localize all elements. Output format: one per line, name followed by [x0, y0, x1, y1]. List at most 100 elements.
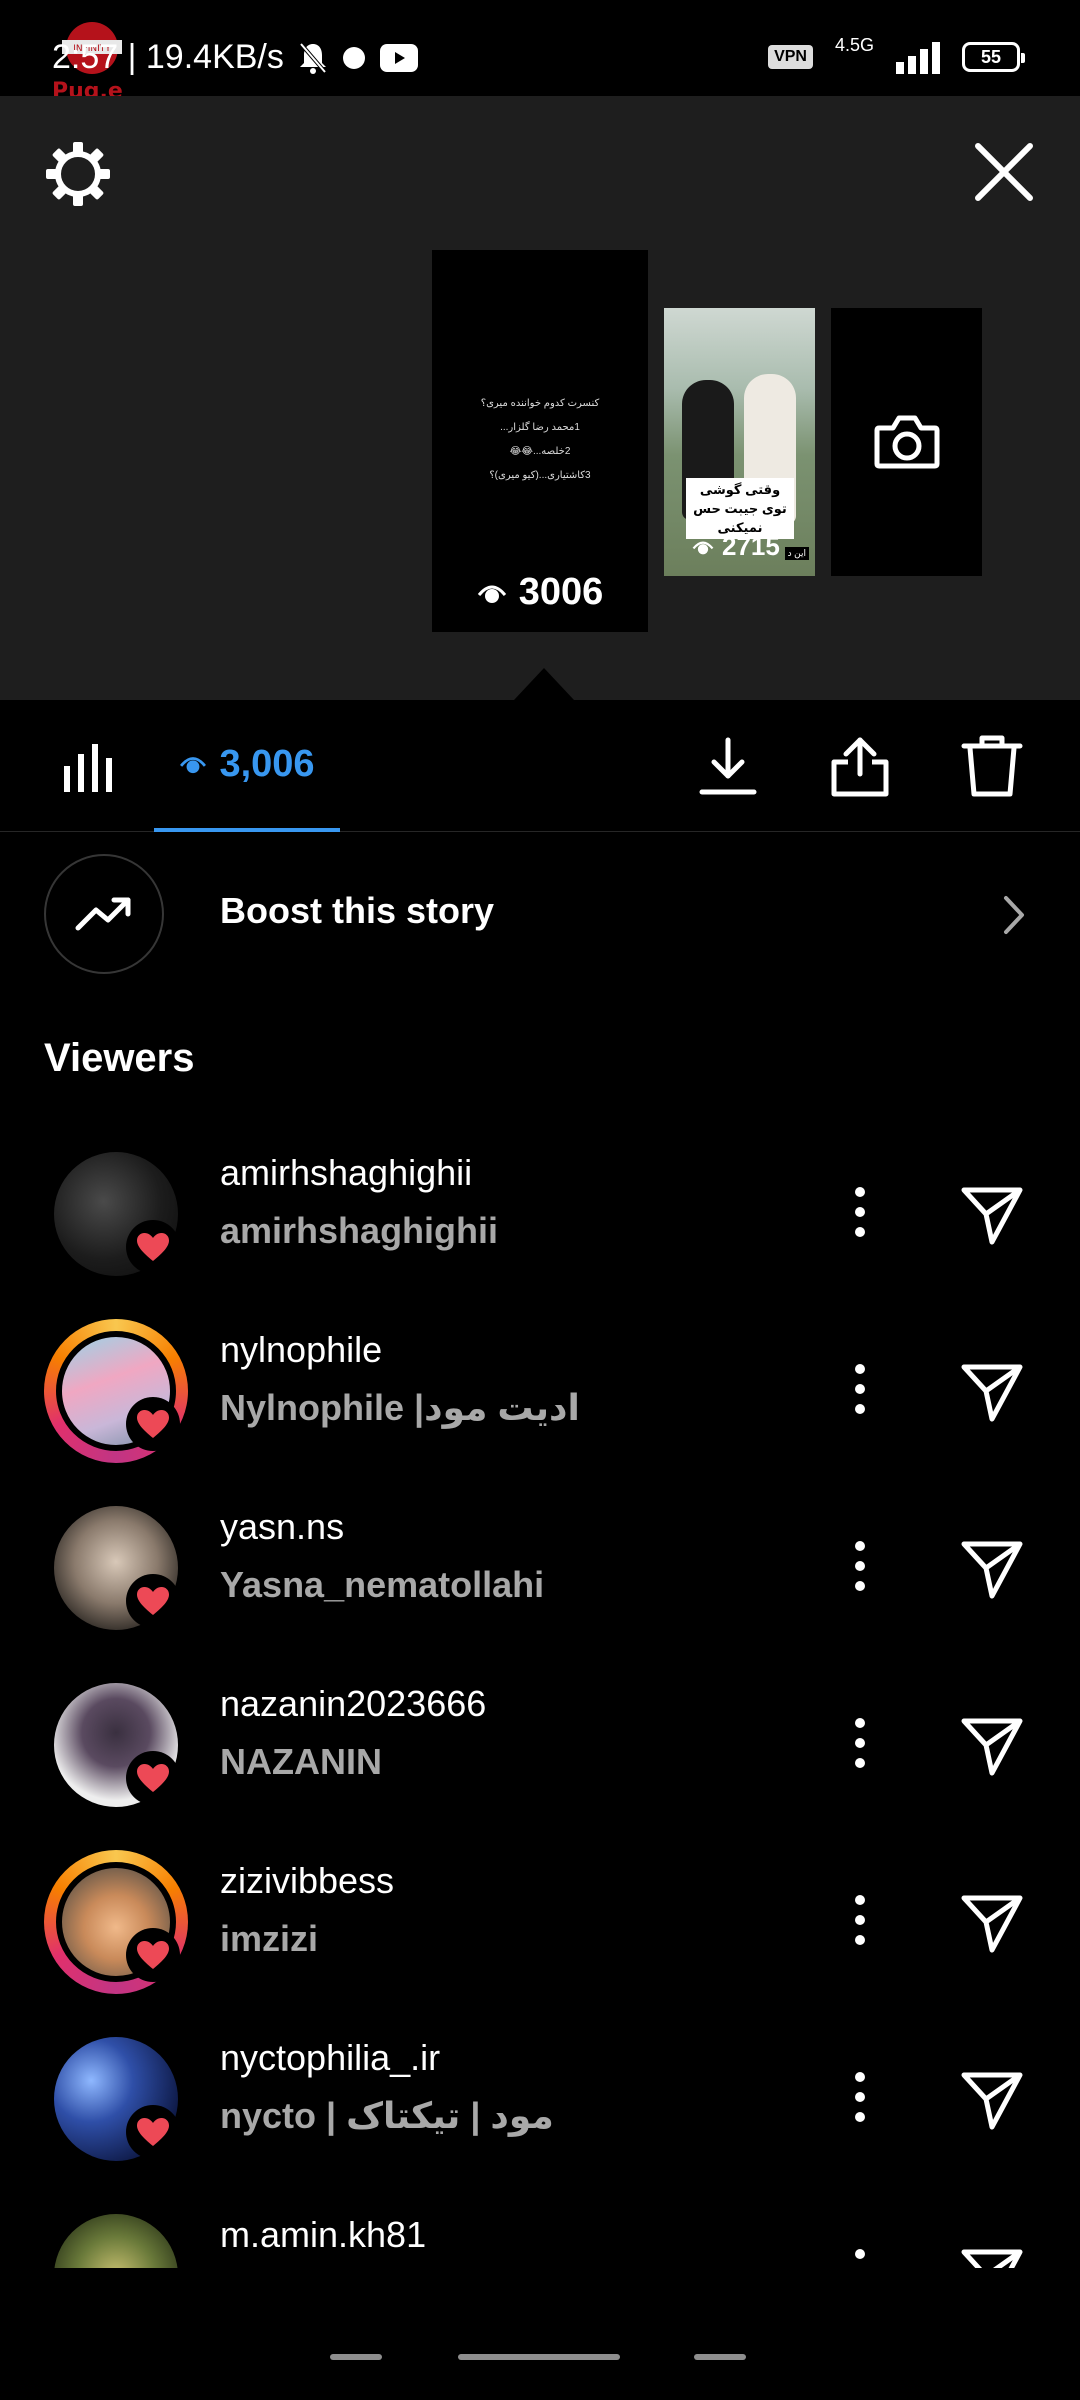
viewer-row[interactable]: amirhshaghighii amirhshaghighii	[0, 1114, 1080, 1291]
heart-icon	[137, 1587, 169, 1615]
network-type: 4.5G	[834, 34, 874, 55]
more-options-icon[interactable]	[842, 2067, 878, 2127]
nav-back-button[interactable]	[694, 2354, 746, 2360]
share-icon[interactable]	[828, 734, 892, 798]
viewer-username[interactable]: nylnophile	[220, 1329, 382, 1371]
avatar[interactable]	[44, 1319, 188, 1463]
more-options-icon[interactable]	[842, 1536, 878, 1596]
photo-tag: این د	[784, 547, 809, 560]
more-options-icon[interactable]	[842, 1890, 878, 1950]
avatar[interactable]	[44, 2204, 188, 2268]
viewer-username[interactable]: nyctophilia_.ir	[220, 2037, 440, 2079]
viewer-fullname: nycto | مود | تیکتاک	[220, 2095, 554, 2136]
viewer-row[interactable]: m.amin.kh81	[0, 2176, 1080, 2268]
send-direct-icon[interactable]	[958, 1357, 1026, 1425]
views-count: 3,006	[219, 742, 315, 785]
viewer-row[interactable]: zizivibbess imzizi	[0, 1822, 1080, 1999]
like-heart-badge	[126, 2105, 180, 2159]
heart-icon	[137, 1764, 169, 1792]
avatar[interactable]	[44, 1850, 188, 1994]
status-bar: INFINITY Pug.e 2:57 | 19.4KB/s VPN 4.5G …	[0, 0, 1080, 104]
delete-trash-icon[interactable]	[960, 734, 1024, 798]
viewer-username[interactable]: nazanin2023666	[220, 1683, 486, 1725]
like-heart-badge	[126, 1220, 180, 1274]
heart-icon	[137, 1941, 169, 1969]
boost-label: Boost this story	[220, 890, 495, 931]
tab-viewers[interactable]: 3,006	[154, 700, 340, 832]
viewer-fullname: Yasna_nematollahi	[220, 1564, 545, 1605]
story-insights-tabbar: 3,006	[0, 700, 1080, 832]
insights-bar-chart-icon[interactable]	[60, 738, 116, 794]
dot-icon	[342, 46, 365, 69]
chevron-right-icon	[1004, 896, 1024, 934]
youtube-icon	[379, 43, 418, 72]
nav-menu-button[interactable]	[330, 2354, 382, 2360]
viewer-username[interactable]: yasn.ns	[220, 1506, 344, 1548]
nav-home-button[interactable]	[458, 2354, 620, 2360]
viewer-row[interactable]: nylnophile Nylnophile |ادیت مود	[0, 1291, 1080, 1468]
current-views-value: 3006	[518, 571, 604, 613]
status-right: VPN 4.5G 55	[768, 35, 1025, 74]
eye-icon	[477, 585, 506, 603]
story-2-views-value: 2715	[722, 531, 780, 561]
avatar[interactable]	[44, 1673, 188, 1817]
story-text-line: کنسرت کدوم خواننده میری؟	[480, 398, 600, 409]
viewer-fullname: imzizi	[220, 1918, 319, 1959]
like-heart-badge	[126, 1928, 180, 1982]
viewer-username[interactable]: m.amin.kh81	[220, 2214, 426, 2256]
more-options-icon[interactable]	[842, 1713, 878, 1773]
more-options-icon[interactable]	[842, 2244, 878, 2268]
avatar[interactable]	[44, 1496, 188, 1640]
story-thumbnail-current[interactable]: کنسرت کدوم خواننده میری؟ 1محمد رضا گلزار…	[432, 250, 648, 632]
viewer-fullname: amirhshaghighii	[220, 1210, 499, 1251]
status-time-speed: 2:57 | 19.4KB/s	[52, 38, 284, 76]
story-text-line: 1محمد رضا گلزار...	[500, 422, 580, 433]
close-icon[interactable]	[970, 138, 1038, 206]
download-icon[interactable]	[696, 734, 760, 798]
viewer-username[interactable]: amirhshaghighii	[220, 1152, 472, 1194]
avatar[interactable]	[44, 1142, 188, 1286]
more-options-icon[interactable]	[842, 1182, 878, 1242]
trending-up-icon	[75, 897, 131, 931]
status-left: 2:57 | 19.4KB/s	[52, 38, 418, 77]
vpn-badge: VPN	[768, 45, 813, 69]
viewer-row[interactable]: nazanin2023666 NAZANIN	[0, 1645, 1080, 1822]
system-nav-bar	[0, 2268, 1080, 2400]
photo-caption: وقتی گوشی توی جیبت حس نمیکنی	[686, 478, 794, 539]
viewer-fullname: Nylnophile |ادیت مود	[220, 1387, 580, 1428]
avatar-image	[54, 2214, 178, 2268]
bell-muted-icon	[299, 42, 327, 74]
story-view-count: 3006	[432, 571, 648, 614]
like-heart-badge	[126, 1574, 180, 1628]
more-options-icon[interactable]	[842, 1359, 878, 1419]
boost-icon-circle	[44, 854, 164, 974]
send-direct-icon[interactable]	[958, 2065, 1026, 2133]
heart-icon	[137, 1410, 169, 1438]
story-2-view-count: 2715	[692, 531, 780, 562]
story-text-line: 2خلصه...😂😂	[509, 446, 571, 457]
send-direct-icon[interactable]	[958, 2242, 1026, 2268]
heart-icon	[137, 2118, 169, 2146]
settings-gear-icon[interactable]	[44, 140, 112, 208]
story-text-line: 3کاشتیاری...(کیو میری)؟	[489, 470, 591, 481]
story-text: کنسرت کدوم خواننده میری؟ 1محمد رضا گلزار…	[432, 392, 648, 488]
viewers-heading: Viewers	[44, 1036, 195, 1080]
eye-icon	[180, 757, 207, 774]
signal-icon	[896, 40, 940, 74]
boost-story-row[interactable]: Boost this story	[0, 832, 1080, 1000]
viewer-row[interactable]: yasn.ns Yasna_nematollahi	[0, 1468, 1080, 1645]
send-direct-icon[interactable]	[958, 1180, 1026, 1248]
battery-icon: 55	[962, 42, 1025, 72]
viewer-username[interactable]: zizivibbess	[220, 1860, 394, 1902]
heart-icon	[137, 1233, 169, 1261]
send-direct-icon[interactable]	[958, 1711, 1026, 1779]
battery-level: 55	[980, 46, 1002, 67]
like-heart-badge	[126, 1397, 180, 1451]
avatar[interactable]	[44, 2027, 188, 2171]
add-story-camera-button[interactable]	[831, 308, 982, 576]
send-direct-icon[interactable]	[958, 1888, 1026, 1956]
viewer-row[interactable]: nyctophilia_.ir nycto | مود | تیکتاک	[0, 1999, 1080, 2176]
viewer-list: amirhshaghighii amirhshaghighii nylnophi…	[0, 1114, 1080, 2268]
send-direct-icon[interactable]	[958, 1534, 1026, 1602]
story-thumbnail-2[interactable]: وقتی گوشی توی جیبت حس نمیکنی 2715 این د	[664, 308, 815, 576]
